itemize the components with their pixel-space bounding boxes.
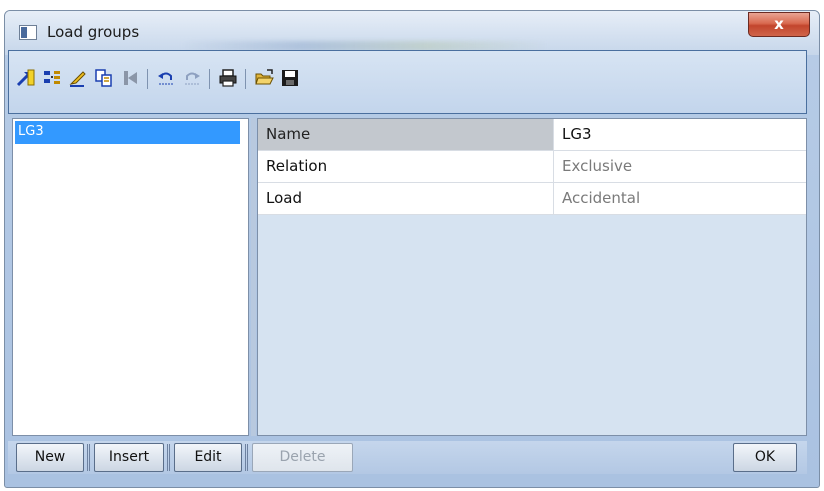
property-label: Relation: [258, 151, 554, 182]
toolbar-separator: [245, 69, 246, 89]
toolbar-separator: [147, 69, 148, 89]
print-icon[interactable]: [217, 67, 239, 89]
panel-splitter[interactable]: [251, 118, 256, 436]
property-value-relation[interactable]: Exclusive: [554, 151, 806, 182]
save-disk-icon[interactable]: [279, 67, 301, 89]
button-separator: [167, 444, 170, 471]
window-title: Load groups: [47, 23, 140, 41]
property-row-relation[interactable]: Relation Exclusive: [258, 151, 806, 183]
load-group-list[interactable]: LG3: [12, 118, 249, 436]
close-button[interactable]: x: [748, 12, 810, 37]
delete-button[interactable]: Delete: [252, 443, 353, 472]
property-label: Load: [258, 183, 554, 214]
new-item-icon[interactable]: [15, 67, 37, 89]
button-bar: New Insert Edit Delete OK: [8, 441, 807, 474]
list-item[interactable]: LG3: [15, 121, 240, 144]
property-row-load[interactable]: Load Accidental: [258, 183, 806, 215]
property-label: Name: [258, 119, 554, 150]
window-icon: [19, 25, 37, 40]
copy-icon[interactable]: [93, 67, 115, 89]
button-separator: [245, 444, 248, 471]
title-bar[interactable]: Load groups x: [5, 11, 819, 55]
toolbar-separator: [209, 69, 210, 89]
property-value-name[interactable]: LG3: [554, 119, 806, 150]
property-value-load[interactable]: Accidental: [554, 183, 806, 214]
open-folder-icon[interactable]: [253, 67, 275, 89]
ok-button[interactable]: OK: [733, 443, 797, 472]
toolbar: [8, 50, 807, 114]
new-button[interactable]: New: [16, 443, 84, 472]
property-grid: Name LG3 Relation Exclusive Load Acciden…: [257, 118, 807, 436]
undo-icon[interactable]: [155, 67, 177, 89]
button-separator: [87, 444, 90, 471]
property-row-name[interactable]: Name LG3: [258, 119, 806, 151]
redo-icon[interactable]: [181, 67, 203, 89]
insert-button[interactable]: Insert: [94, 443, 164, 472]
columns-icon[interactable]: [41, 67, 63, 89]
filter-icon[interactable]: [119, 67, 141, 89]
edit-pencil-icon[interactable]: [67, 67, 89, 89]
edit-button[interactable]: Edit: [174, 443, 242, 472]
